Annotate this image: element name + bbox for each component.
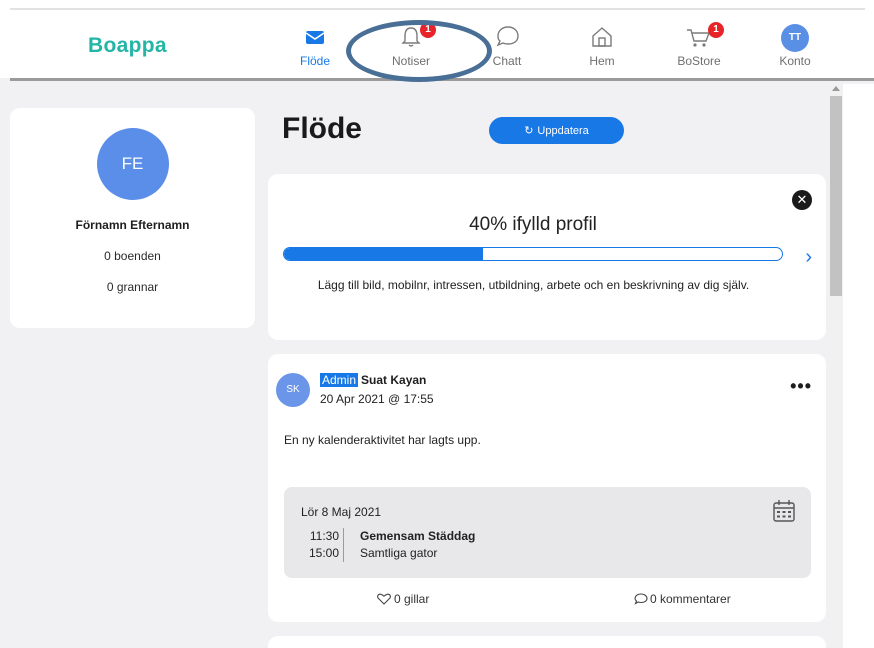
refresh-icon: ↻ [524, 125, 534, 137]
post-card: SK Admin Suat Kayan 20 Apr 2021 @ 17:55 •… [268, 354, 826, 622]
post-timestamp: 20 Apr 2021 @ 17:55 [320, 392, 434, 406]
event-info: Gemensam Städdag Samtliga gator [360, 528, 475, 562]
likes-count: 0 gillar [394, 592, 430, 606]
nav-label: BoStore [677, 54, 721, 68]
post-actions: 0 gillar 0 kommentarer [268, 592, 826, 612]
account-avatar: TT [781, 24, 809, 52]
event-end: 15:00 [308, 546, 339, 560]
event-times: 11:30 15:00 [304, 528, 344, 562]
calendar-icon[interactable] [773, 499, 795, 523]
chat-bubble-icon [492, 24, 522, 50]
event-location: Samtliga gator [360, 546, 438, 560]
comment-button[interactable]: 0 kommentarer [634, 592, 731, 606]
event-title: Gemensam Städdag [360, 529, 476, 543]
progress-description: Lägg till bild, mobilnr, intressen, utbi… [317, 278, 750, 292]
progress-title: 40% ifylld profil [469, 214, 597, 235]
nav-label: Flöde [299, 54, 331, 68]
cart-icon: 1 [684, 22, 724, 50]
scroll-up-arrow[interactable] [832, 86, 840, 91]
vertical-scrollbar[interactable] [829, 84, 843, 648]
feed-icon [300, 24, 330, 50]
refresh-label: Uppdatera [537, 125, 589, 137]
event-date: Lör 8 Maj 2021 [301, 505, 382, 519]
nav-label: Hem [589, 54, 615, 68]
close-icon[interactable]: ✕ [792, 190, 812, 210]
profile-avatar[interactable]: FE [96, 128, 169, 200]
post-author[interactable]: Admin Suat Kayan [320, 373, 426, 387]
event-start: 11:30 [309, 529, 339, 543]
profile-neighbours[interactable]: 0 grannar [10, 280, 255, 294]
nav-item-bostore[interactable]: 1 BoStore [659, 22, 739, 74]
chevron-right-icon[interactable]: › [805, 246, 812, 269]
home-icon [587, 24, 617, 50]
nav-label: Konto [779, 54, 811, 68]
profile-name: Förnamn Efternamn [75, 218, 190, 232]
refresh-button[interactable]: ↻ Uppdatera [489, 117, 624, 144]
heart-icon [377, 593, 391, 605]
admin-badge: Admin [320, 373, 359, 387]
highlight-ring-annotation [346, 20, 492, 82]
nav-item-konto[interactable]: TT Konto [755, 24, 835, 74]
next-post-card [268, 636, 826, 648]
comment-icon [634, 593, 648, 605]
app-logo[interactable]: Boappa [88, 34, 167, 58]
post-author-avatar[interactable]: SK [276, 373, 310, 407]
like-button[interactable]: 0 gillar [376, 592, 429, 606]
scroll-thumb[interactable] [830, 96, 842, 296]
profile-residences[interactable]: 0 boenden [10, 249, 255, 263]
profile-progress-card[interactable]: ✕ 40% ifylld profil › Lägg till bild, mo… [268, 174, 826, 340]
profile-card[interactable]: FE Förnamn Efternamn 0 boenden 0 grannar [10, 108, 255, 328]
nav-item-flode[interactable]: Flöde [275, 24, 355, 74]
comments-count: 0 kommentarer [650, 592, 731, 606]
nav-item-hem[interactable]: Hem [562, 24, 642, 74]
more-options-icon[interactable]: ••• [790, 376, 812, 397]
progress-bar [283, 247, 783, 261]
event-card[interactable]: Lör 8 Maj 2021 11:30 15:00 Gemensam Städ… [284, 487, 811, 578]
cart-badge: 1 [708, 22, 724, 38]
window-top-strip [0, 0, 874, 18]
page-title: Flöde [282, 112, 362, 145]
progress-fill [284, 248, 484, 260]
divider [10, 8, 865, 10]
page-margin [843, 84, 874, 648]
post-text: En ny kalenderaktivitet har lagts upp. [284, 433, 481, 447]
author-name: Suat Kayan [361, 373, 427, 387]
